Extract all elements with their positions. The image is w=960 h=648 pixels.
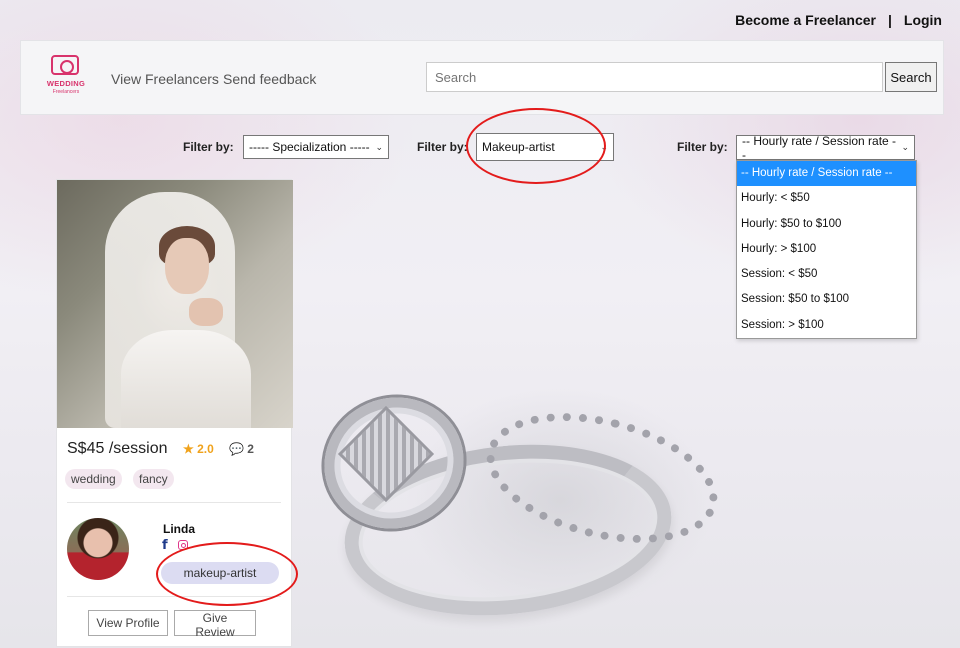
freelancer-portfolio-photo[interactable] — [57, 180, 293, 428]
rate-option[interactable]: Session: $50 to $100 — [737, 287, 916, 312]
rating: ★ 2.0 — [183, 442, 214, 456]
freelancer-card: S$45 /session ★ 2.0 💬 2 wedding fancy Li… — [56, 179, 293, 647]
chevron-down-icon: ⌄ — [375, 141, 383, 152]
rate-select[interactable]: -- Hourly rate / Session rate -- ⌄ — [736, 133, 915, 162]
nav-send-feedback[interactable]: Send feedback — [223, 71, 316, 87]
category-select[interactable]: Makeup-artist ⌄ — [476, 133, 614, 161]
price-label: S$45 /session — [67, 440, 168, 457]
rate-option[interactable]: Session: < $50 — [737, 262, 916, 287]
login-link[interactable]: Login — [904, 12, 942, 28]
rate-option[interactable]: -- Hourly rate / Session rate -- — [737, 161, 916, 187]
star-icon: ★ — [183, 442, 194, 456]
filter-label-rate: Filter by: — [677, 140, 728, 154]
rate-option[interactable]: Hourly: < $50 — [737, 186, 916, 211]
rate-select-value: -- Hourly rate / Session rate -- — [742, 133, 897, 162]
chevron-down-icon: ⌄ — [901, 142, 909, 152]
tag-chip: wedding — [65, 469, 122, 489]
nav-view-freelancers[interactable]: View Freelancers — [111, 71, 219, 87]
camera-icon — [51, 55, 79, 75]
filter-label-category: Filter by: — [417, 140, 468, 154]
specialization-select-value: ----- Specialization ----- — [249, 140, 370, 154]
category-select-value: Makeup-artist — [482, 140, 555, 154]
avatar[interactable] — [67, 518, 129, 580]
specialization-badge: makeup-artist — [161, 562, 279, 584]
rating-value: 2.0 — [197, 442, 214, 456]
rate-option[interactable]: Hourly: $50 to $100 — [737, 212, 916, 237]
become-freelancer-link[interactable]: Become a Freelancer — [735, 12, 876, 28]
give-review-button[interactable]: Give Review — [174, 610, 256, 639]
tag-chip: fancy — [133, 469, 174, 489]
view-profile-button[interactable]: View Profile — [88, 610, 168, 636]
logo-title: WEDDING — [46, 79, 86, 88]
rate-option[interactable]: Hourly: > $100 — [737, 237, 916, 262]
rate-option[interactable]: Session: > $100 — [737, 313, 916, 338]
filter-label-specialization: Filter by: — [183, 140, 234, 154]
logo-subtitle: Freelancers — [52, 89, 80, 95]
comment-icon: 💬 — [229, 442, 244, 456]
comment-count: 2 — [247, 442, 254, 456]
specialization-select[interactable]: ----- Specialization ----- ⌄ — [243, 135, 389, 159]
divider — [67, 502, 281, 503]
freelancer-name: Linda — [163, 522, 195, 536]
search-button[interactable]: Search — [885, 62, 937, 92]
divider — [67, 596, 281, 597]
navbar: WEDDING Freelancers View Freelancers Sen… — [20, 40, 944, 115]
search-input[interactable] — [426, 62, 883, 92]
top-links: Become a Freelancer | Login — [735, 0, 942, 40]
site-logo[interactable]: WEDDING Freelancers — [47, 53, 85, 103]
instagram-icon[interactable] — [178, 540, 188, 550]
top-link-separator: | — [887, 12, 892, 28]
comments: 💬 2 — [229, 442, 254, 456]
rate-dropdown-list: -- Hourly rate / Session rate -- Hourly:… — [736, 160, 917, 340]
chevron-down-icon: ⌄ — [600, 141, 608, 152]
facebook-icon[interactable]: f — [162, 538, 168, 553]
